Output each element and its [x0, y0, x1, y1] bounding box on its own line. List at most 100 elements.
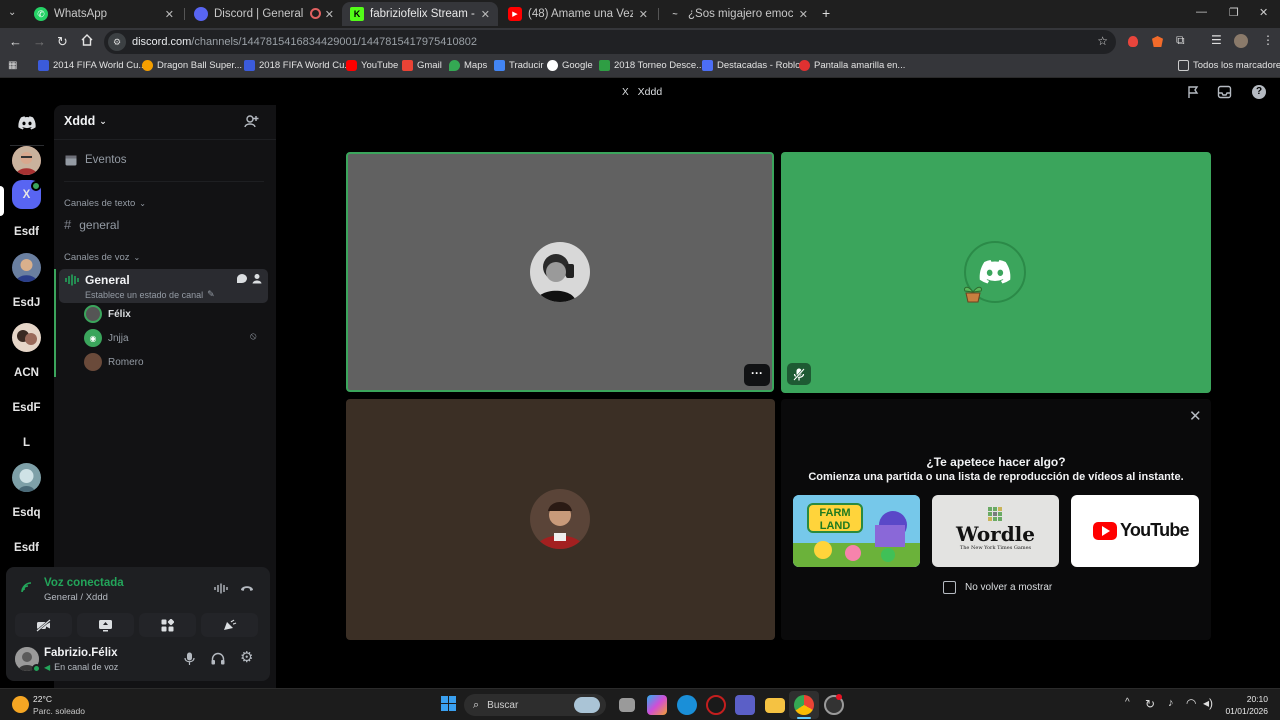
voice-activity-icon[interactable] — [214, 583, 228, 594]
file-explorer-icon[interactable] — [765, 698, 785, 713]
direct-messages-button[interactable] — [12, 108, 41, 137]
headphones-icon[interactable] — [211, 652, 225, 665]
bookmark-item[interactable]: 2018 Torneo Desce... — [599, 60, 704, 71]
server-acn[interactable]: ACN — [12, 358, 41, 387]
weather-sun-icon[interactable] — [12, 696, 29, 713]
server-avatar[interactable] — [12, 146, 41, 175]
chat-bubble-icon[interactable] — [237, 274, 247, 283]
opera-gx-icon[interactable] — [706, 695, 726, 715]
wifi-icon[interactable]: ◠ — [1186, 696, 1196, 710]
video-tile-felix[interactable]: ··· — [346, 152, 774, 392]
teams-icon[interactable] — [735, 695, 755, 715]
activity-card-youtube[interactable]: YouTube — [1071, 495, 1199, 567]
reading-list-icon[interactable]: ☰ — [1211, 33, 1222, 47]
server-l[interactable]: L — [12, 428, 41, 457]
server-avatar[interactable] — [12, 253, 41, 282]
channel-status-prompt[interactable]: Establece un estado de canal ✎ — [85, 289, 215, 300]
close-tab-icon[interactable]: ✕ — [481, 8, 490, 21]
mic-tray-icon[interactable]: ♪ — [1168, 697, 1174, 709]
dont-show-again[interactable]: No volver a mostrar — [943, 581, 1052, 594]
close-window-icon[interactable]: ✕ — [1259, 6, 1268, 19]
taskbar-search[interactable]: ⌕ Buscar — [464, 694, 606, 716]
tab-discord[interactable]: Discord | General | Xddd ✕ — [186, 2, 342, 26]
weather-description[interactable]: Parc. soleado — [33, 706, 85, 716]
voice-member[interactable]: Félix — [84, 304, 131, 324]
tab-youtube[interactable]: ▶ (48) Amame una Vez Más - YouTube ✕ — [500, 2, 656, 26]
voice-channels-category[interactable]: Canales de voz ⌄ — [64, 252, 140, 263]
bookmark-item[interactable]: 2018 FIFA World Cu... — [244, 60, 352, 71]
extensions-puzzle-icon[interactable]: ⧉ — [1176, 33, 1185, 48]
windows-start-icon[interactable] — [441, 696, 456, 711]
disconnect-icon[interactable] — [240, 584, 254, 593]
microphone-icon[interactable] — [184, 652, 195, 666]
address-bar[interactable]: ⚙ discord.com /channels/1447815416834429… — [104, 30, 1116, 54]
add-member-icon[interactable] — [252, 273, 263, 284]
bookmark-star-icon[interactable]: ☆ — [1097, 34, 1108, 48]
help-icon[interactable]: ? — [1252, 85, 1266, 99]
server-esdf3[interactable]: Esdf — [12, 533, 41, 562]
extension-fire-icon[interactable] — [1128, 36, 1138, 47]
brave-shield-icon[interactable] — [1152, 36, 1163, 47]
site-info-icon[interactable]: ⚙ — [108, 33, 126, 51]
bookmark-item[interactable]: Pantalla amarilla en... — [799, 60, 905, 71]
tab-kick-stream[interactable]: K fabriziofelix Stream - Watch Live ✕ — [342, 2, 498, 26]
profile-avatar[interactable] — [1234, 34, 1248, 48]
server-esdf[interactable]: Esdf — [12, 217, 41, 246]
settings-gear-icon[interactable]: ⚙ — [240, 650, 253, 665]
server-esdj[interactable]: EsdJ — [12, 288, 41, 317]
server-esdq[interactable]: Esdq — [12, 498, 41, 527]
close-icon[interactable]: ✕ — [1189, 407, 1202, 425]
events-item[interactable]: Eventos — [64, 153, 127, 167]
server-esdf2[interactable]: EsdF — [12, 393, 41, 422]
activities-button[interactable] — [139, 613, 196, 637]
screen-share-button[interactable] — [77, 613, 134, 637]
voice-channel-general[interactable]: General Establece un estado de canal ✎ — [59, 269, 268, 303]
weather-temperature[interactable]: 22°C — [33, 694, 52, 704]
bookmark-item[interactable]: Dragon Ball Super... — [142, 60, 242, 71]
chevron-up-icon[interactable]: ^ — [1125, 697, 1130, 708]
back-icon[interactable]: ← — [9, 34, 22, 49]
video-tile-romero[interactable] — [346, 399, 775, 640]
volume-icon[interactable]: ◂) — [1203, 696, 1213, 710]
bookmark-item[interactable]: YouTube — [346, 60, 398, 71]
tab-quiz[interactable]: ~ ¿Sos migajero emocional? Descubre ✕ — [660, 2, 816, 26]
close-tab-icon[interactable]: ✕ — [325, 8, 334, 21]
video-tile-jnjja[interactable] — [781, 152, 1211, 393]
bookmark-item[interactable]: Maps — [449, 60, 487, 71]
bookmark-item[interactable]: Gmail — [402, 60, 442, 71]
home-icon[interactable] — [80, 33, 94, 47]
activity-card-farmland[interactable]: FARM LAND — [793, 495, 920, 567]
bookmark-item[interactable]: Traducir — [494, 60, 544, 71]
apps-grid-icon[interactable]: ▦ — [8, 60, 17, 71]
minimize-icon[interactable]: — — [1196, 6, 1207, 18]
restore-icon[interactable]: ❐ — [1229, 6, 1239, 19]
invite-user-icon[interactable] — [244, 114, 259, 129]
checkbox[interactable] — [943, 581, 956, 594]
server-avatar[interactable] — [12, 463, 41, 492]
forward-icon[interactable]: → — [33, 34, 46, 49]
copilot-icon[interactable] — [647, 695, 667, 715]
inbox-icon[interactable] — [1217, 85, 1232, 99]
voice-member[interactable]: Romero — [84, 352, 144, 372]
close-tab-icon[interactable]: ✕ — [639, 8, 648, 21]
reload-icon[interactable]: ↻ — [57, 34, 68, 50]
text-channels-category[interactable]: Canales de texto ⌄ — [64, 198, 146, 209]
server-header[interactable]: Xddd ⌄ — [64, 114, 107, 128]
activity-card-wordle[interactable]: Wordle The New York Times Games — [932, 495, 1059, 567]
edge-icon[interactable] — [677, 695, 697, 715]
chrome-icon[interactable] — [794, 695, 814, 715]
more-options-icon[interactable]: ··· — [744, 364, 770, 386]
all-bookmarks-folder[interactable]: Todos los marcadores — [1178, 60, 1280, 71]
flag-icon[interactable] — [1186, 85, 1200, 99]
voice-connection-location[interactable]: General / Xddd — [44, 592, 108, 603]
server-avatar[interactable] — [12, 323, 41, 352]
bookmark-item[interactable]: 2014 FIFA World Cu... — [38, 60, 146, 71]
task-view-icon[interactable] — [619, 698, 635, 712]
chrome-menu-icon[interactable]: ⋮ — [1262, 33, 1274, 47]
clock-date[interactable]: 01/01/2026 — [1222, 706, 1268, 716]
channel-general-text[interactable]: # general — [64, 217, 119, 232]
bookmark-item[interactable]: Google — [547, 60, 593, 71]
close-tab-icon[interactable]: ✕ — [799, 8, 808, 21]
clock-time[interactable]: 20:10 — [1222, 694, 1268, 704]
camera-off-button[interactable] — [15, 613, 72, 637]
